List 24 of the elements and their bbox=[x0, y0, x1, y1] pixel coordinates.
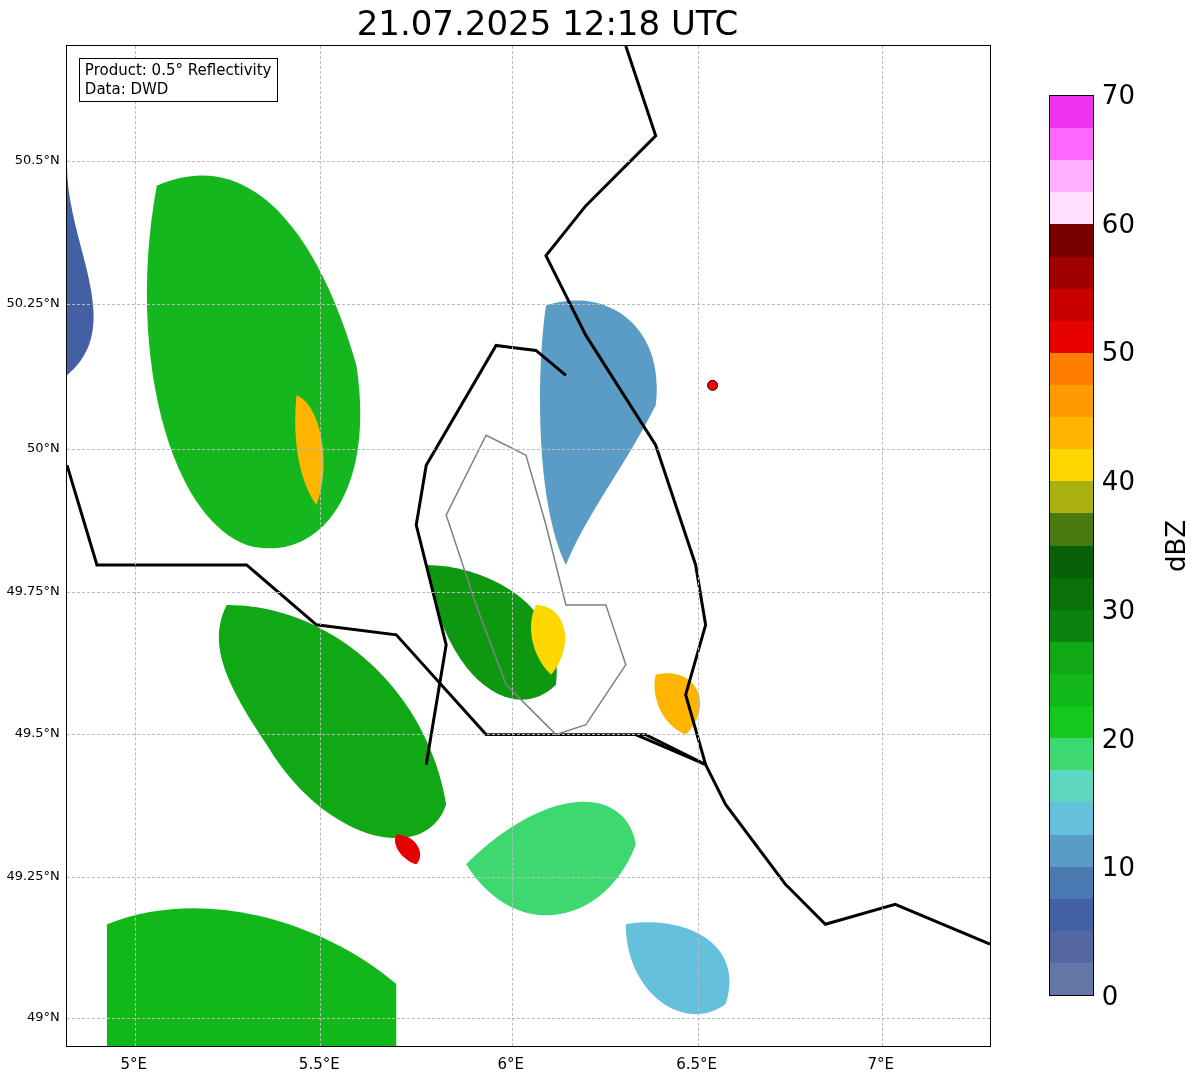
latitude-label: 49.75°N bbox=[6, 582, 60, 601]
longitude-label: 5°E bbox=[120, 1055, 148, 1073]
latitude-label: 50.25°N bbox=[6, 293, 60, 312]
chart-title: 21.07.2025 12:18 UTC bbox=[356, 2, 739, 45]
legend-text: Data: DWD bbox=[84, 80, 170, 99]
colorbar-tick-label: 0 bbox=[1101, 981, 1119, 1011]
longitude-label: 7°E bbox=[867, 1055, 895, 1073]
colorbar-tick-label: 70 bbox=[1101, 80, 1135, 110]
longitude-label: 5.5°E bbox=[298, 1055, 340, 1073]
latitude-label: 49.5°N bbox=[14, 724, 60, 743]
latitude-label: 50.5°N bbox=[14, 151, 60, 170]
colorbar-label: dBZ bbox=[1160, 519, 1191, 572]
latitude-label: 49°N bbox=[27, 1007, 60, 1026]
longitude-label: 6°E bbox=[497, 1055, 525, 1073]
latitude-label: 49.25°N bbox=[6, 866, 60, 885]
colorbar-tick-label: 30 bbox=[1101, 594, 1135, 625]
latitude-label: 50°N bbox=[27, 438, 60, 457]
colorbar-tick-label: 50 bbox=[1101, 337, 1135, 368]
legend-text: Product: 0.5° Reflectivity bbox=[84, 61, 272, 80]
colorbar-tick-label: 10 bbox=[1101, 852, 1135, 883]
colorbar-tick-label: 40 bbox=[1101, 466, 1135, 497]
colorbar-tick-label: 60 bbox=[1101, 208, 1135, 239]
colorbar-tick-label: 20 bbox=[1101, 723, 1135, 754]
longitude-label: 6.5°E bbox=[676, 1055, 718, 1073]
